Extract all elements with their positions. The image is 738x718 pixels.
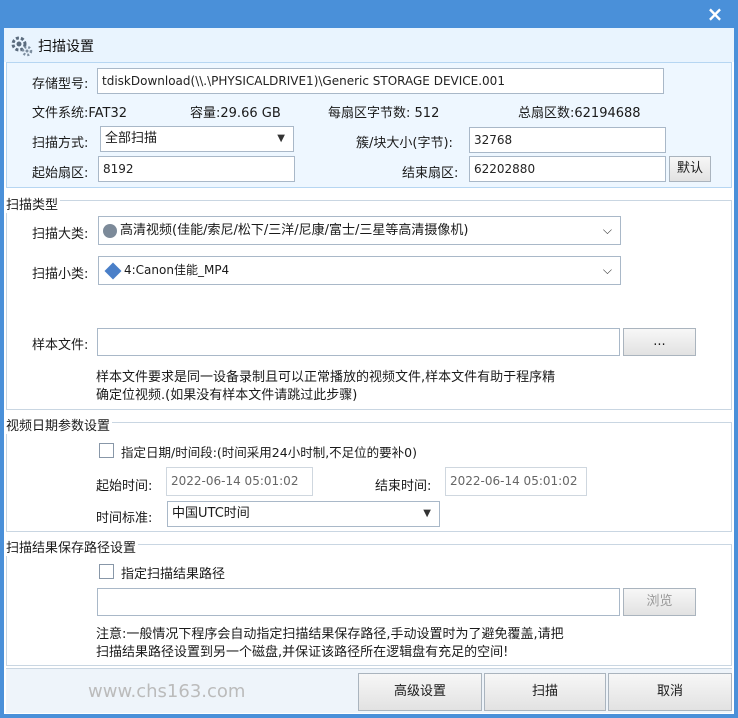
chevron-down-icon: ⌵	[602, 263, 612, 277]
fs-label: 文件系统:	[32, 106, 89, 121]
bytes-value: 512	[414, 106, 440, 121]
chevron-down-icon: ▼	[423, 508, 431, 519]
scan-mode-value: 全部扫描	[105, 131, 158, 146]
gear-icon	[10, 34, 34, 58]
video-camera-icon	[103, 223, 117, 238]
model-field[interactable]: tdiskDownload(\\.\PHYSICALDRIVE1)\Generi…	[97, 68, 664, 94]
close-button[interactable]: ×	[702, 2, 728, 26]
save-path-browse-button[interactable]: 浏览	[623, 588, 696, 616]
sectors-value: 62194688	[574, 106, 641, 121]
end-time-label: 结束时间:	[375, 479, 432, 494]
tag-icon	[104, 262, 122, 279]
save-path-checkbox-label: 指定扫描结果路径	[121, 567, 226, 582]
save-path-note-line1: 注意:一般情况下程序会自动指定扫描结果保存路径,手动设置时为了避免覆盖,请把	[96, 627, 564, 642]
date-params-title: 视频日期参数设置	[4, 415, 113, 434]
start-time-field[interactable]: 2022-06-14 05:01:02	[166, 467, 313, 496]
cluster-field[interactable]: 32768	[469, 127, 666, 153]
sample-note-line2: 确定位视频.(如果没有样本文件请跳过此步骤)	[96, 388, 358, 403]
start-sector-field[interactable]: 8192	[98, 156, 295, 182]
save-path-input[interactable]	[97, 588, 620, 616]
end-sector-label: 结束扇区:	[402, 166, 459, 181]
major-category-select[interactable]: 高清视频(佳能/索尼/松下/三洋/尼康/富士/三星等高清摄像机) ⌵	[98, 216, 621, 245]
date-range-checkbox[interactable]	[99, 443, 114, 458]
cluster-label: 簇/块大小(字节):	[356, 136, 453, 151]
major-label: 扫描大类:	[32, 227, 89, 242]
minor-label: 扫描小类:	[32, 267, 89, 282]
chevron-down-icon: ▼	[277, 133, 285, 144]
capacity-value: 29.66 GB	[220, 106, 281, 121]
sectors-label: 总扇区数:	[518, 106, 575, 121]
date-range-label: 指定日期/时间段:(时间采用24小时制,不足位的要补0)	[121, 445, 418, 460]
sample-note-line1: 样本文件要求是同一设备录制且可以正常播放的视频文件,样本文件有助于程序精	[96, 370, 556, 385]
sample-note: 样本文件要求是同一设备录制且可以正常播放的视频文件,样本文件有助于程序精 确定位…	[96, 369, 555, 405]
bytes-per-sector-info: 每扇区字节数: 512	[328, 102, 439, 121]
save-path-note: 注意:一般情况下程序会自动指定扫描结果保存路径,手动设置时为了避免覆盖,请把 扫…	[96, 626, 564, 662]
window-frame	[0, 0, 738, 30]
bytes-label: 每扇区字节数:	[328, 106, 411, 121]
capacity-label: 容量:	[190, 106, 221, 121]
title-bar	[4, 28, 734, 62]
scan-button[interactable]: 扫描	[484, 673, 606, 711]
total-sectors-info: 总扇区数:62194688	[518, 102, 641, 121]
chevron-down-icon: ⌵	[602, 223, 612, 237]
minor-category-value: 4:Canon佳能_MP4	[124, 263, 230, 277]
timezone-select[interactable]: 中国UTC时间 ▼	[167, 501, 440, 527]
watermark-text: www.chs163.com	[88, 681, 246, 702]
scan-mode-label: 扫描方式:	[32, 136, 89, 151]
end-time-field[interactable]: 2022-06-14 05:01:02	[445, 467, 587, 496]
timezone-value: 中国UTC时间	[172, 506, 250, 521]
save-path-checkbox[interactable]	[99, 564, 114, 579]
capacity-info: 容量:29.66 GB	[190, 102, 281, 121]
start-sector-label: 起始扇区:	[32, 166, 89, 181]
save-path-note-line2: 扫描结果路径设置到另一个磁盘,并保证该路径所在逻辑盘有充足的空间!	[96, 645, 509, 660]
window-title: 扫描设置	[38, 39, 94, 55]
scan-type-title: 扫描类型	[4, 194, 61, 213]
sample-label: 样本文件:	[32, 338, 89, 353]
sample-file-input[interactable]	[97, 328, 620, 356]
scan-mode-select[interactable]: 全部扫描 ▼	[100, 126, 294, 152]
minor-category-select[interactable]: 4:Canon佳能_MP4 ⌵	[98, 256, 621, 285]
fs-value: FAT32	[88, 106, 128, 121]
major-category-value: 高清视频(佳能/索尼/松下/三洋/尼康/富士/三星等高清摄像机)	[120, 223, 469, 238]
cancel-button[interactable]: 取消	[608, 673, 732, 711]
end-sector-field[interactable]: 62202880	[469, 156, 666, 182]
default-button[interactable]: 默认	[669, 156, 711, 182]
sample-browse-button[interactable]: ...	[623, 328, 696, 356]
timezone-label: 时间标准:	[96, 511, 153, 526]
fs-info: 文件系统:FAT32	[32, 102, 127, 121]
model-label: 存储型号:	[32, 77, 89, 92]
advanced-settings-button[interactable]: 高级设置	[358, 673, 482, 711]
save-path-title: 扫描结果保存路径设置	[4, 537, 139, 556]
start-time-label: 起始时间:	[96, 479, 153, 494]
